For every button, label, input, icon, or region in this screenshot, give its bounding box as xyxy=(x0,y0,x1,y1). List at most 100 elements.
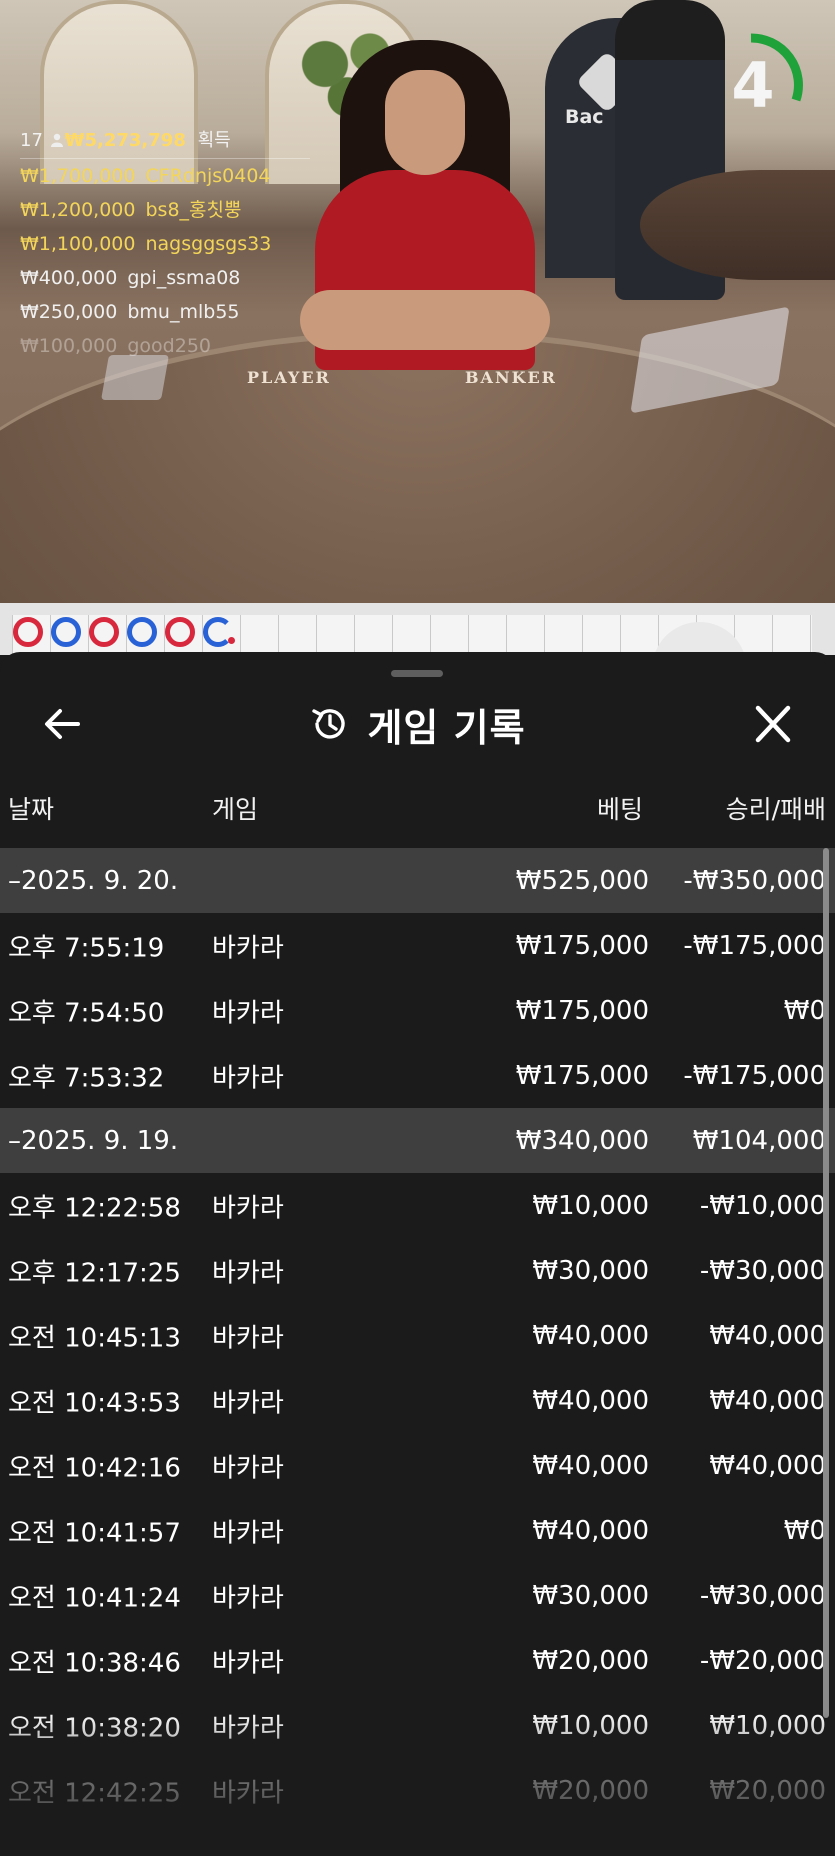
row-bet: ₩40,000 xyxy=(532,1320,649,1351)
row-game: 바카라 xyxy=(212,1583,284,1613)
history-row[interactable]: 오전 10:43:53 바카라 ₩40,000 ₩40,000 xyxy=(0,1368,835,1433)
row-time: 오전 10:43:53 xyxy=(8,1388,181,1418)
row-game: 바카라 xyxy=(212,933,284,963)
bead-marker xyxy=(228,637,235,644)
day-result-total: -₩350,000 xyxy=(683,865,826,896)
table-header: 날짜 게임 베팅 승리/패배 xyxy=(0,790,835,830)
row-bet: ₩40,000 xyxy=(532,1450,649,1481)
row-time: 오전 10:38:46 xyxy=(8,1648,181,1678)
winner-row: ₩400,000 gpi_ssma08 xyxy=(20,261,310,295)
history-row[interactable]: 오전 10:45:13 바카라 ₩40,000 ₩40,000 xyxy=(0,1303,835,1368)
column-header-game: 게임 xyxy=(212,795,259,824)
row-result: ₩0 xyxy=(783,1515,826,1546)
countdown-number: 4 xyxy=(731,48,775,122)
close-button[interactable] xyxy=(748,702,798,746)
row-bet: ₩30,000 xyxy=(532,1255,649,1286)
scrollbar[interactable] xyxy=(823,848,829,1718)
person-icon xyxy=(50,125,63,147)
panel-title: 게임 기록 xyxy=(367,705,526,750)
winner-amount: ₩1,700,000 xyxy=(20,165,136,187)
winners-suffix: 획득 xyxy=(197,130,231,151)
history-row[interactable]: 오후 7:53:32 바카라 ₩175,000 -₩175,000 xyxy=(0,1043,835,1108)
history-row[interactable]: 오전 10:41:57 바카라 ₩40,000 ₩0 xyxy=(0,1498,835,1563)
winner-amount: ₩1,100,000 xyxy=(20,233,136,255)
winner-row: ₩1,100,000 nagsggsgs33 xyxy=(20,227,310,261)
back-button[interactable] xyxy=(38,704,90,744)
history-row[interactable]: 오전 12:42:25 바카라 ₩20,000 ₩20,000 xyxy=(0,1758,835,1823)
history-row[interactable]: 오후 7:55:19 바카라 ₩175,000 -₩175,000 xyxy=(0,913,835,978)
row-time: 오전 10:41:57 xyxy=(8,1518,181,1548)
history-row[interactable]: 오전 10:38:20 바카라 ₩10,000 ₩10,000 xyxy=(0,1693,835,1758)
row-time: 오전 10:38:20 xyxy=(8,1713,181,1743)
column-header-bet: 베팅 xyxy=(596,795,643,824)
row-result: -₩20,000 xyxy=(699,1645,826,1676)
history-row[interactable]: 오후 12:22:58 바카라 ₩10,000 -₩10,000 xyxy=(0,1173,835,1238)
row-result: ₩0 xyxy=(783,995,826,1026)
row-result: -₩30,000 xyxy=(699,1580,826,1611)
row-game: 바카라 xyxy=(212,1778,284,1808)
row-time: 오후 12:17:25 xyxy=(8,1258,181,1288)
history-row[interactable]: 오전 10:38:46 바카라 ₩20,000 -₩20,000 xyxy=(0,1628,835,1693)
history-row[interactable]: 오후 7:54:50 바카라 ₩175,000 ₩0 xyxy=(0,978,835,1043)
row-bet: ₩40,000 xyxy=(532,1385,649,1416)
row-game: 바카라 xyxy=(212,1453,284,1483)
row-bet: ₩40,000 xyxy=(532,1515,649,1546)
day-date: –2025. 9. 19. xyxy=(8,1125,179,1156)
table-label-player: PLAYER xyxy=(247,368,331,387)
drag-handle[interactable] xyxy=(391,670,443,677)
history-list[interactable]: –2025. 9. 20. ₩525,000 -₩350,000 오후 7:55:19… xyxy=(0,848,835,1823)
row-time: 오후 7:55:19 xyxy=(8,933,165,963)
column-header-result: 승리/패배 xyxy=(725,795,826,824)
day-bet-total: ₩525,000 xyxy=(515,865,649,896)
day-summary-row[interactable]: –2025. 9. 19. ₩340,000 ₩104,000 xyxy=(0,1108,835,1173)
row-result: ₩20,000 xyxy=(709,1775,826,1806)
winners-summary: 17 ₩5,273,798 획득 xyxy=(20,124,310,159)
bead-red xyxy=(89,617,119,647)
history-row[interactable]: 오후 12:17:25 바카라 ₩30,000 -₩30,000 xyxy=(0,1238,835,1303)
row-result: -₩175,000 xyxy=(683,930,826,961)
day-date: –2025. 9. 20. xyxy=(8,865,179,896)
row-bet: ₩30,000 xyxy=(532,1580,649,1611)
row-result: -₩175,000 xyxy=(683,1060,826,1091)
day-summary-row[interactable]: –2025. 9. 20. ₩525,000 -₩350,000 xyxy=(0,848,835,913)
bead-red xyxy=(13,617,43,647)
column-header-date: 날짜 xyxy=(8,795,55,824)
winner-amount: ₩100,000 xyxy=(20,335,118,357)
close-icon xyxy=(755,705,791,743)
history-row[interactable]: 오전 10:42:16 바카라 ₩40,000 ₩40,000 xyxy=(0,1433,835,1498)
winner-amount: ₩1,200,000 xyxy=(20,199,136,221)
winner-row: ₩1,200,000 bs8_홍칫뿡 xyxy=(20,193,310,227)
winner-row: ₩100,000 good250 xyxy=(20,329,310,363)
row-bet: ₩175,000 xyxy=(515,930,649,961)
brand-text: Bac xyxy=(565,106,604,128)
row-bet: ₩10,000 xyxy=(532,1190,649,1221)
row-bet: ₩20,000 xyxy=(532,1775,649,1806)
winner-amount: ₩250,000 xyxy=(20,301,118,323)
history-row[interactable]: 오전 10:41:24 바카라 ₩30,000 -₩30,000 xyxy=(0,1563,835,1628)
row-result: ₩10,000 xyxy=(709,1710,826,1741)
day-result-total: ₩104,000 xyxy=(692,1125,826,1156)
row-result: ₩40,000 xyxy=(709,1320,826,1351)
live-video-feed: Bac PLAYER BANKER 4 17 ₩5,273,798 획득 ₩1,… xyxy=(0,0,835,603)
winners-total: ₩5,273,798 xyxy=(64,130,186,151)
row-game: 바카라 xyxy=(212,1713,284,1743)
row-bet: ₩10,000 xyxy=(532,1710,649,1741)
dealer xyxy=(300,40,550,370)
row-time: 오후 7:54:50 xyxy=(8,998,165,1028)
row-bet: ₩175,000 xyxy=(515,995,649,1026)
row-game: 바카라 xyxy=(212,1518,284,1548)
row-game: 바카라 xyxy=(212,1063,284,1093)
betting-countdown: 4 xyxy=(696,30,806,140)
row-game: 바카라 xyxy=(212,1258,284,1288)
row-game: 바카라 xyxy=(212,1388,284,1418)
back-arrow-icon xyxy=(45,709,80,739)
bead-blue xyxy=(127,617,157,647)
game-history-panel: 게임 기록 날짜 게임 베팅 승리/패배 –2025. 9. 20. ₩525,0… xyxy=(0,652,835,1856)
row-time: 오전 10:41:24 xyxy=(8,1583,181,1613)
row-time: 오후 12:22:58 xyxy=(8,1193,181,1223)
row-bet: ₩175,000 xyxy=(515,1060,649,1091)
row-result: -₩10,000 xyxy=(699,1190,826,1221)
row-time: 오전 10:42:16 xyxy=(8,1453,181,1483)
bead-blue xyxy=(51,617,81,647)
panel-title-group: 게임 기록 xyxy=(0,692,835,756)
